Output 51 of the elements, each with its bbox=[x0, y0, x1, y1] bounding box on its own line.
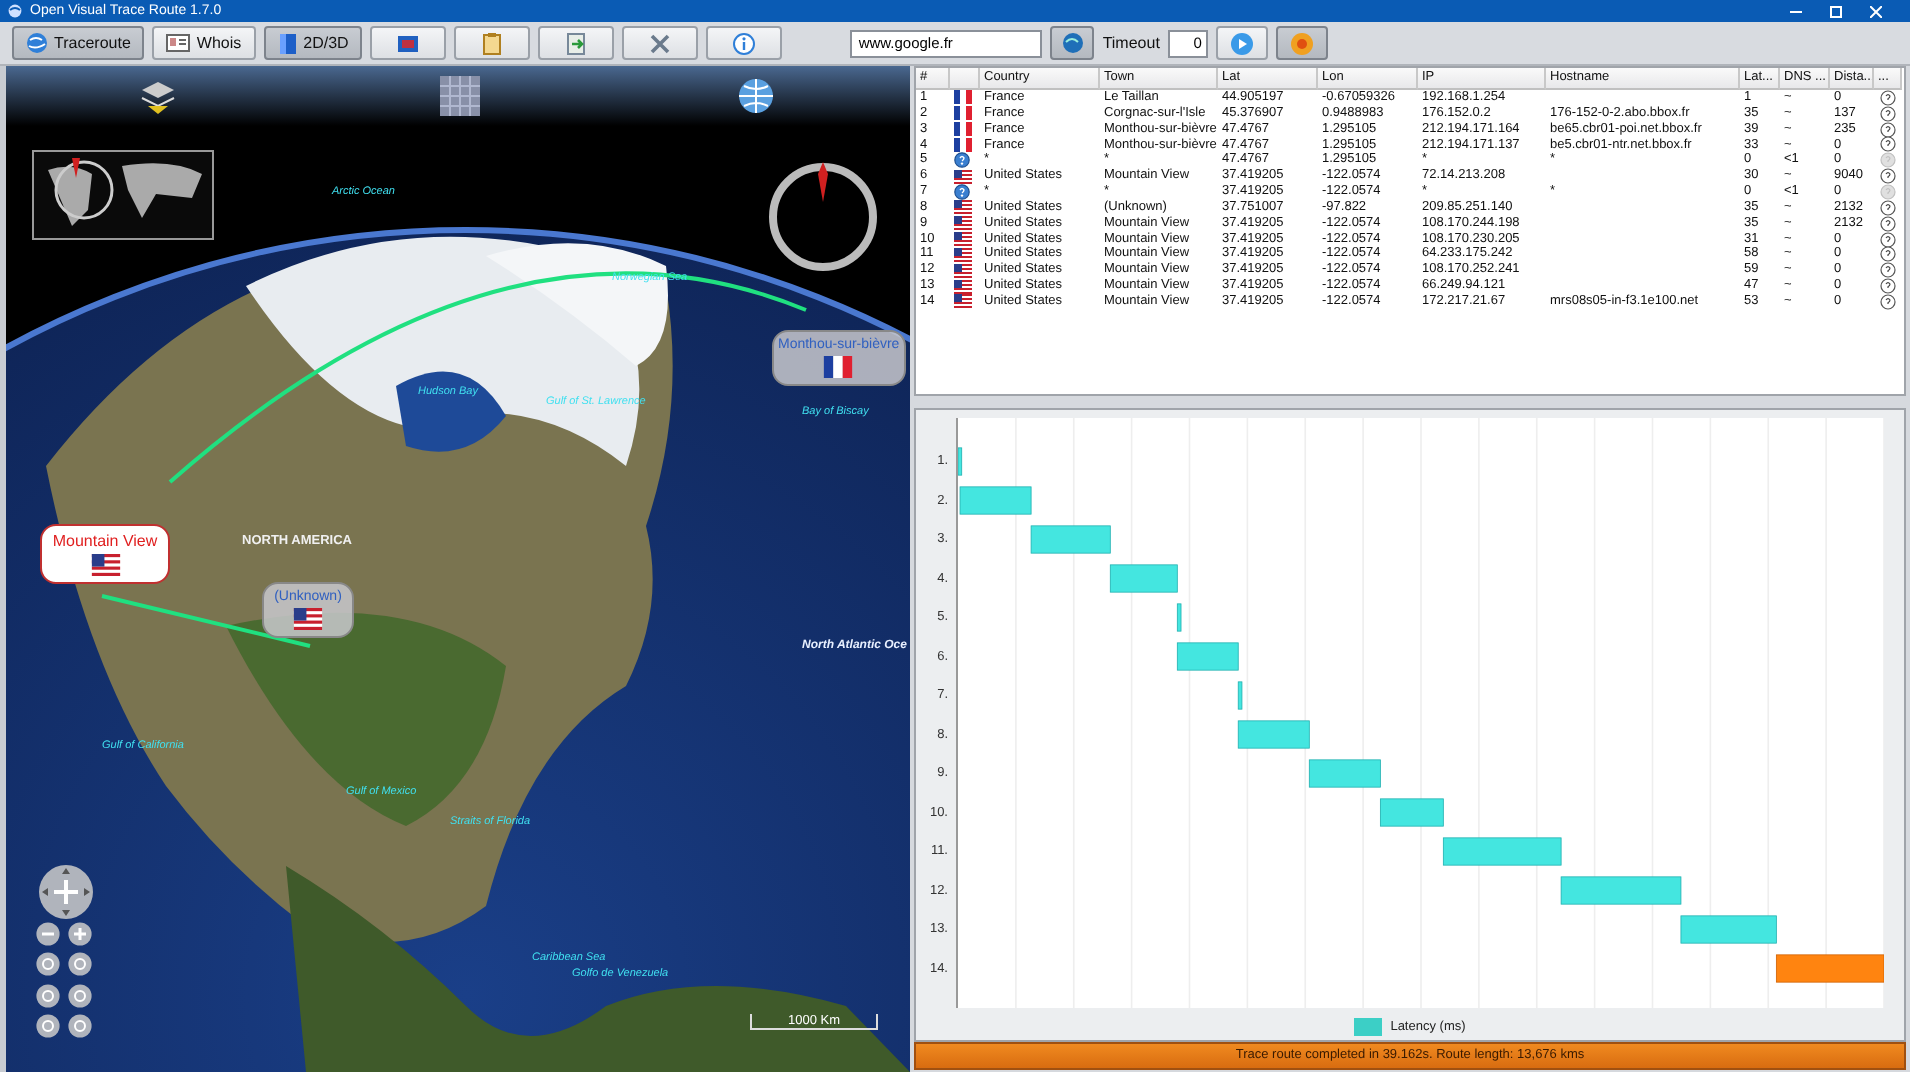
locate-button[interactable] bbox=[1050, 26, 1095, 60]
toolbar-button[interactable]: 2D/3D bbox=[263, 26, 363, 60]
compass-icon[interactable] bbox=[768, 162, 878, 272]
world-minimap-drawing[interactable] bbox=[32, 150, 214, 240]
info-button[interactable] bbox=[706, 26, 783, 60]
help-icon[interactable] bbox=[1880, 168, 1896, 185]
france-flag-icon bbox=[822, 356, 855, 378]
globe-icon bbox=[1061, 32, 1084, 54]
help-icon[interactable] bbox=[1880, 246, 1896, 263]
us-flag-icon bbox=[954, 169, 972, 184]
help-icon[interactable] bbox=[1880, 136, 1896, 153]
cube-icon bbox=[277, 31, 298, 55]
help-icon[interactable] bbox=[1880, 278, 1896, 295]
export-icon bbox=[564, 31, 589, 55]
zoom-in-icon[interactable] bbox=[68, 922, 92, 946]
globe-icon[interactable] bbox=[738, 78, 774, 114]
close-icon[interactable] bbox=[1870, 5, 1882, 17]
clipboard-icon bbox=[480, 31, 505, 55]
pan-control-icon[interactable] bbox=[38, 864, 94, 920]
help-icon[interactable] bbox=[1880, 199, 1896, 216]
us-flag-icon bbox=[292, 608, 324, 630]
globe-icon bbox=[26, 32, 48, 54]
start-button[interactable] bbox=[1215, 26, 1268, 60]
us-flag-icon bbox=[89, 554, 121, 576]
timeout-label: Timeout bbox=[1102, 34, 1160, 52]
help-icon[interactable] bbox=[1880, 231, 1896, 248]
id-card-icon bbox=[166, 34, 191, 52]
play-icon bbox=[1229, 31, 1254, 55]
unknown-location-icon bbox=[954, 183, 970, 200]
help-icon[interactable] bbox=[1880, 215, 1896, 232]
map-button[interactable] bbox=[370, 26, 447, 60]
stop-button[interactable] bbox=[1275, 26, 1328, 60]
help-icon[interactable] bbox=[1880, 293, 1896, 310]
stop-icon bbox=[1289, 31, 1314, 55]
maximize-icon[interactable] bbox=[1830, 5, 1842, 17]
zoom-out-icon[interactable] bbox=[36, 922, 60, 946]
export-button[interactable] bbox=[538, 26, 615, 60]
clipboard-button[interactable] bbox=[454, 26, 531, 60]
info-icon bbox=[732, 31, 757, 55]
legend-swatch bbox=[1354, 1018, 1383, 1036]
minimize-icon[interactable] bbox=[1790, 5, 1802, 17]
help-icon[interactable] bbox=[1880, 262, 1896, 279]
location-marker[interactable]: Mountain View bbox=[40, 524, 170, 584]
help-icon[interactable] bbox=[1880, 105, 1896, 122]
help-icon[interactable] bbox=[1880, 89, 1896, 106]
layers-icon[interactable] bbox=[138, 78, 178, 118]
toolbar-button[interactable]: Traceroute bbox=[12, 26, 145, 60]
map-icon bbox=[396, 31, 421, 55]
toolbar-button[interactable]: Whois bbox=[152, 26, 256, 60]
unknown-location-icon bbox=[954, 152, 970, 169]
help-icon[interactable] bbox=[1880, 121, 1896, 138]
